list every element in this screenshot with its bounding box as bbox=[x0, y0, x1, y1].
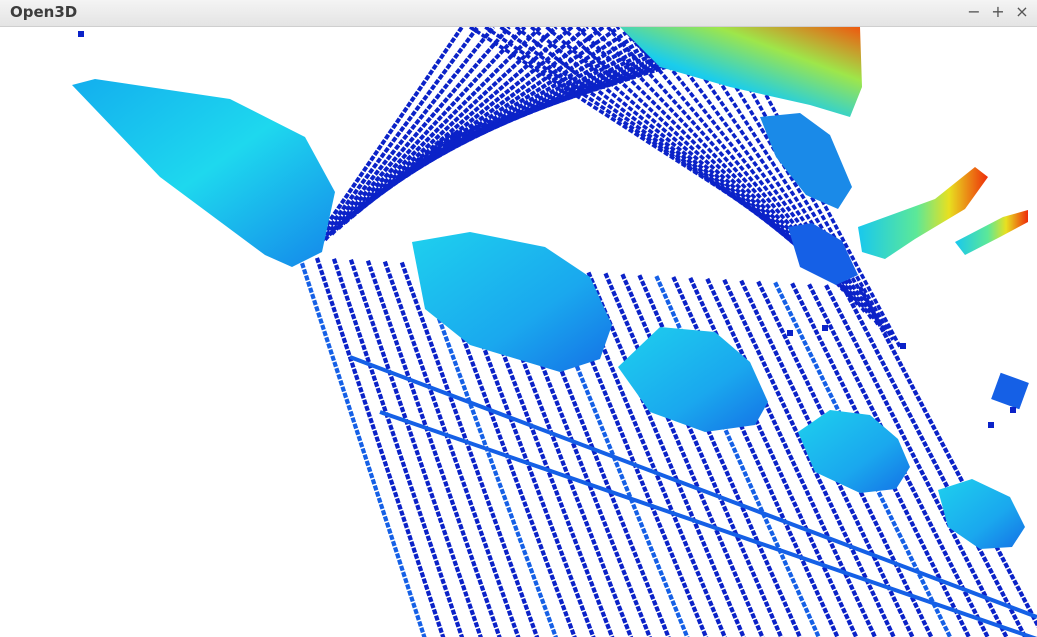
scan-line bbox=[330, 27, 527, 236]
car-cluster bbox=[938, 479, 1025, 549]
point-cluster bbox=[788, 223, 858, 285]
point-cloud-viewport[interactable] bbox=[0, 27, 1037, 637]
maximize-button[interactable]: + bbox=[989, 2, 1007, 22]
close-button[interactable]: × bbox=[1013, 2, 1031, 22]
stray-point bbox=[78, 31, 84, 37]
stray-point bbox=[988, 422, 994, 428]
stray-point bbox=[787, 330, 793, 336]
scan-line bbox=[298, 256, 427, 637]
car-cluster bbox=[72, 79, 335, 267]
window-controls: − + × bbox=[965, 2, 1031, 22]
stray-point bbox=[822, 325, 828, 331]
car-cluster bbox=[412, 232, 612, 372]
car-cluster bbox=[798, 410, 910, 493]
window-title: Open3D bbox=[10, 3, 78, 21]
car-cluster bbox=[618, 327, 768, 432]
minimize-button[interactable]: − bbox=[965, 2, 983, 22]
stray-point bbox=[900, 343, 906, 349]
stray-point bbox=[1010, 407, 1016, 413]
point-cluster bbox=[991, 372, 1029, 410]
scan-line bbox=[314, 257, 446, 637]
point-cluster bbox=[760, 113, 852, 209]
open3d-window: Open3D − + × bbox=[0, 0, 1037, 637]
title-bar[interactable]: Open3D − + × bbox=[0, 0, 1037, 27]
pole-cluster bbox=[955, 210, 1028, 255]
point-cloud-canvas[interactable] bbox=[0, 27, 1037, 637]
